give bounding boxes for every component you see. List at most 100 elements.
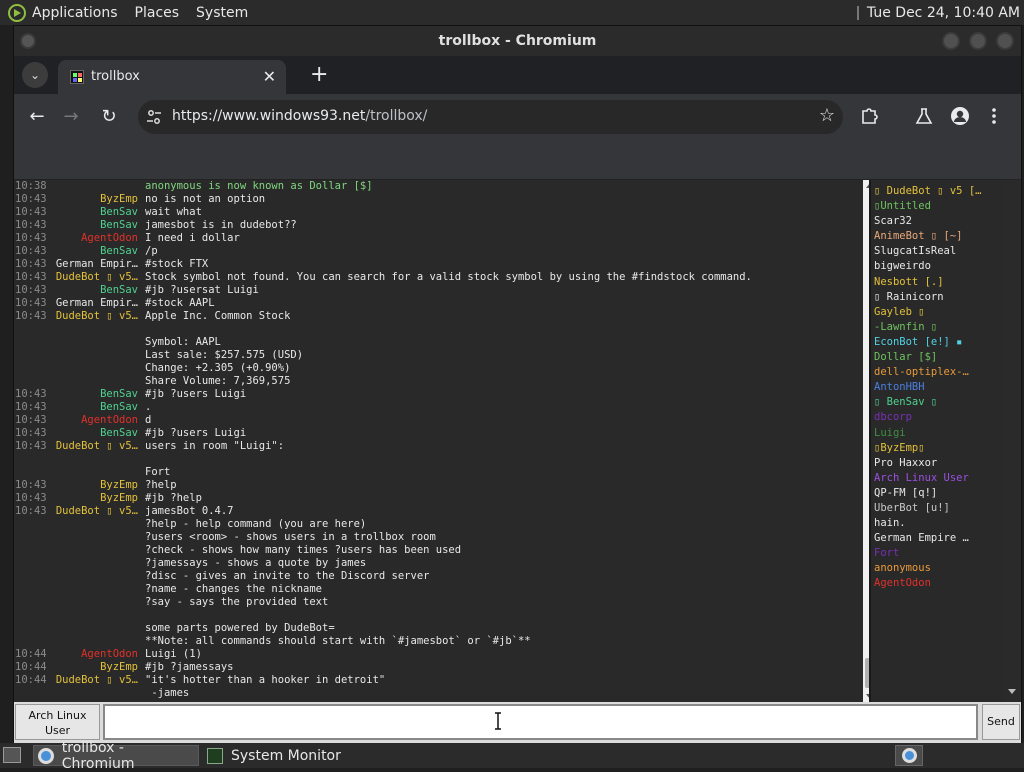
user-list-item[interactable]: anonymous	[871, 561, 1003, 576]
message-text: #jb ?jamessays	[145, 661, 234, 673]
message-nick[interactable]: ByzEmp	[48, 193, 143, 206]
address-bar[interactable]: https://www.windows93.net/trollbox/ ☆	[138, 100, 843, 134]
tab-search-chevron-icon[interactable]: ⌄	[22, 62, 48, 88]
message-nick[interactable]: DudeBot ▯ v5…	[48, 440, 143, 453]
user-list-item[interactable]: AntonHBH	[871, 380, 1003, 395]
message-text: Change: +2.305 (+0.90%)	[145, 362, 291, 374]
message-nick[interactable]: German Empir…	[48, 258, 143, 271]
user-list-item[interactable]: Nesbott [.]	[871, 275, 1003, 290]
back-arrow-icon[interactable]: ←	[24, 104, 50, 130]
user-list-item[interactable]: QP-FM [q!]	[871, 486, 1003, 501]
task-chromium[interactable]: trollbox - Chromium	[33, 740, 199, 772]
message-nick[interactable]: BenSav	[48, 427, 143, 440]
chat-message: ?jamessays - shows a quote by james	[14, 557, 863, 570]
user-list-item[interactable]: dell-optiplex-…	[871, 365, 1003, 380]
message-nick[interactable]: DudeBot ▯ v5…	[48, 271, 143, 284]
user-list-item[interactable]: UberBot [u!]	[871, 501, 1003, 516]
message-text: users in room "Luigi":	[145, 440, 285, 452]
extensions-puzzle-icon[interactable]	[860, 106, 880, 126]
user-list-item[interactable]: Dollar [$]	[871, 350, 1003, 365]
message-nick[interactable]: BenSav	[48, 245, 143, 258]
user-list-item[interactable]: Scar32	[871, 214, 1003, 229]
message-nick[interactable]: DudeBot ▯ v5…	[48, 674, 143, 687]
taskbar: trollbox - Chromium System Monitor	[0, 740, 1024, 772]
message-nick[interactable]: BenSav	[48, 401, 143, 414]
user-list-item[interactable]: Gayleb ▯	[871, 305, 1003, 320]
user-list-item[interactable]: ▯ BenSav ▯	[871, 395, 1003, 410]
site-settings-icon[interactable]	[146, 109, 162, 125]
message-text: wait what	[145, 206, 202, 218]
distro-logo-icon[interactable]	[8, 3, 26, 22]
window-titlebar[interactable]: trollbox - Chromium	[14, 26, 1021, 56]
page-scrollbar[interactable]	[1003, 180, 1021, 702]
user-list-item[interactable]: Arch Linux User	[871, 471, 1003, 486]
message-time: 10:43	[15, 310, 47, 322]
user-list-item[interactable]: ▯Untitled	[871, 199, 1003, 214]
maximize-button[interactable]	[969, 32, 987, 50]
url-text[interactable]: https://www.windows93.net/trollbox/	[172, 108, 427, 124]
minimize-button[interactable]	[942, 32, 960, 50]
message-nick[interactable]: AgentOdon	[48, 648, 143, 661]
user-list-item[interactable]: AnimeBot ▯ [~]	[871, 229, 1003, 244]
chat-message: 10:43 BenSav/p	[14, 245, 863, 258]
labs-flask-icon[interactable]	[914, 106, 934, 126]
message-text: Apple Inc. Common Stock	[145, 310, 291, 322]
new-tab-plus-icon[interactable]: +	[310, 62, 328, 88]
close-window-button[interactable]	[996, 32, 1014, 50]
message-text: /p	[145, 245, 158, 257]
message-nick[interactable]: DudeBot ▯ v5…	[48, 310, 143, 323]
user-list-item[interactable]: -Lawnfin ▯	[871, 320, 1003, 335]
show-desktop-icon[interactable]	[3, 747, 21, 763]
user-list-item[interactable]: ▯ByzEmp▯	[871, 441, 1003, 456]
send-button[interactable]: Send	[982, 704, 1020, 740]
user-list-item[interactable]: ▯ Rainicorn	[871, 290, 1003, 305]
user-list[interactable]: ▯ DudeBot ▯ v5 [… ▯Untitled Scar32 AnimeBot…	[869, 180, 1003, 702]
user-list-item[interactable]: EconBot [e!] ▪	[871, 335, 1003, 350]
message-text: ?help	[145, 479, 177, 491]
message-nick[interactable]: BenSav	[48, 388, 143, 401]
message-nick[interactable]: BenSav	[48, 284, 143, 297]
message-nick[interactable]: German Empir…	[48, 297, 143, 310]
message-nick	[48, 622, 143, 635]
message-time: 10:43	[15, 427, 47, 439]
user-list-item[interactable]: hain.	[871, 516, 1003, 531]
user-list-item[interactable]: AgentOdon	[871, 576, 1003, 591]
panel-clock[interactable]: Tue Dec 24, 10:40 AM	[867, 5, 1020, 21]
url-domain: https://www.windows93.net	[172, 108, 366, 124]
message-nick[interactable]: BenSav	[48, 219, 143, 232]
user-list-item[interactable]: SlugcatIsReal	[871, 244, 1003, 259]
message-nick[interactable]: ByzEmp	[48, 492, 143, 505]
task-system-monitor[interactable]: System Monitor	[203, 745, 369, 766]
message-nick[interactable]: AgentOdon	[48, 232, 143, 245]
message-input[interactable]	[103, 704, 978, 740]
message-nick[interactable]: BenSav	[48, 206, 143, 219]
forward-arrow-icon[interactable]: →	[58, 104, 84, 130]
message-nick[interactable]: AgentOdon	[48, 414, 143, 427]
reload-icon[interactable]: ↻	[96, 104, 122, 130]
task-chromium-label: trollbox - Chromium	[61, 739, 135, 772]
chat-log[interactable]: 10:38 anonymous is now known as Dollar [$…	[14, 180, 863, 702]
message-nick[interactable]: DudeBot ▯ v5…	[48, 505, 143, 518]
user-list-item[interactable]: Fort	[871, 546, 1003, 561]
user-list-item[interactable]: ▯ DudeBot ▯ v5 […	[871, 184, 1003, 199]
message-nick[interactable]: ByzEmp	[48, 661, 143, 674]
bookmark-star-icon[interactable]: ☆	[819, 105, 835, 126]
user-list-item[interactable]: Luigi	[871, 426, 1003, 441]
page-scroll-down-arrow-icon[interactable]	[1008, 689, 1016, 694]
user-list-item[interactable]: bigweirdo	[871, 259, 1003, 274]
message-nick	[48, 349, 143, 362]
menu-system[interactable]: System	[196, 5, 248, 21]
menu-applications[interactable]: Applications	[32, 5, 118, 21]
tray-chromium[interactable]	[895, 745, 923, 766]
username-button[interactable]: Arch Linux User	[15, 704, 100, 740]
profile-avatar-icon[interactable]	[950, 106, 970, 126]
user-list-item[interactable]: Pro Haxxor	[871, 456, 1003, 471]
more-menu-icon[interactable]	[989, 106, 999, 126]
message-nick[interactable]: ByzEmp	[48, 479, 143, 492]
window-menu-button[interactable]	[20, 33, 36, 49]
tab-trollbox[interactable]: trollbox ✕	[58, 60, 286, 94]
tab-close-icon[interactable]: ✕	[263, 67, 276, 86]
user-list-item[interactable]: German Empire …	[871, 531, 1003, 546]
menu-places[interactable]: Places	[135, 5, 180, 21]
user-list-item[interactable]: dbcorp	[871, 410, 1003, 425]
